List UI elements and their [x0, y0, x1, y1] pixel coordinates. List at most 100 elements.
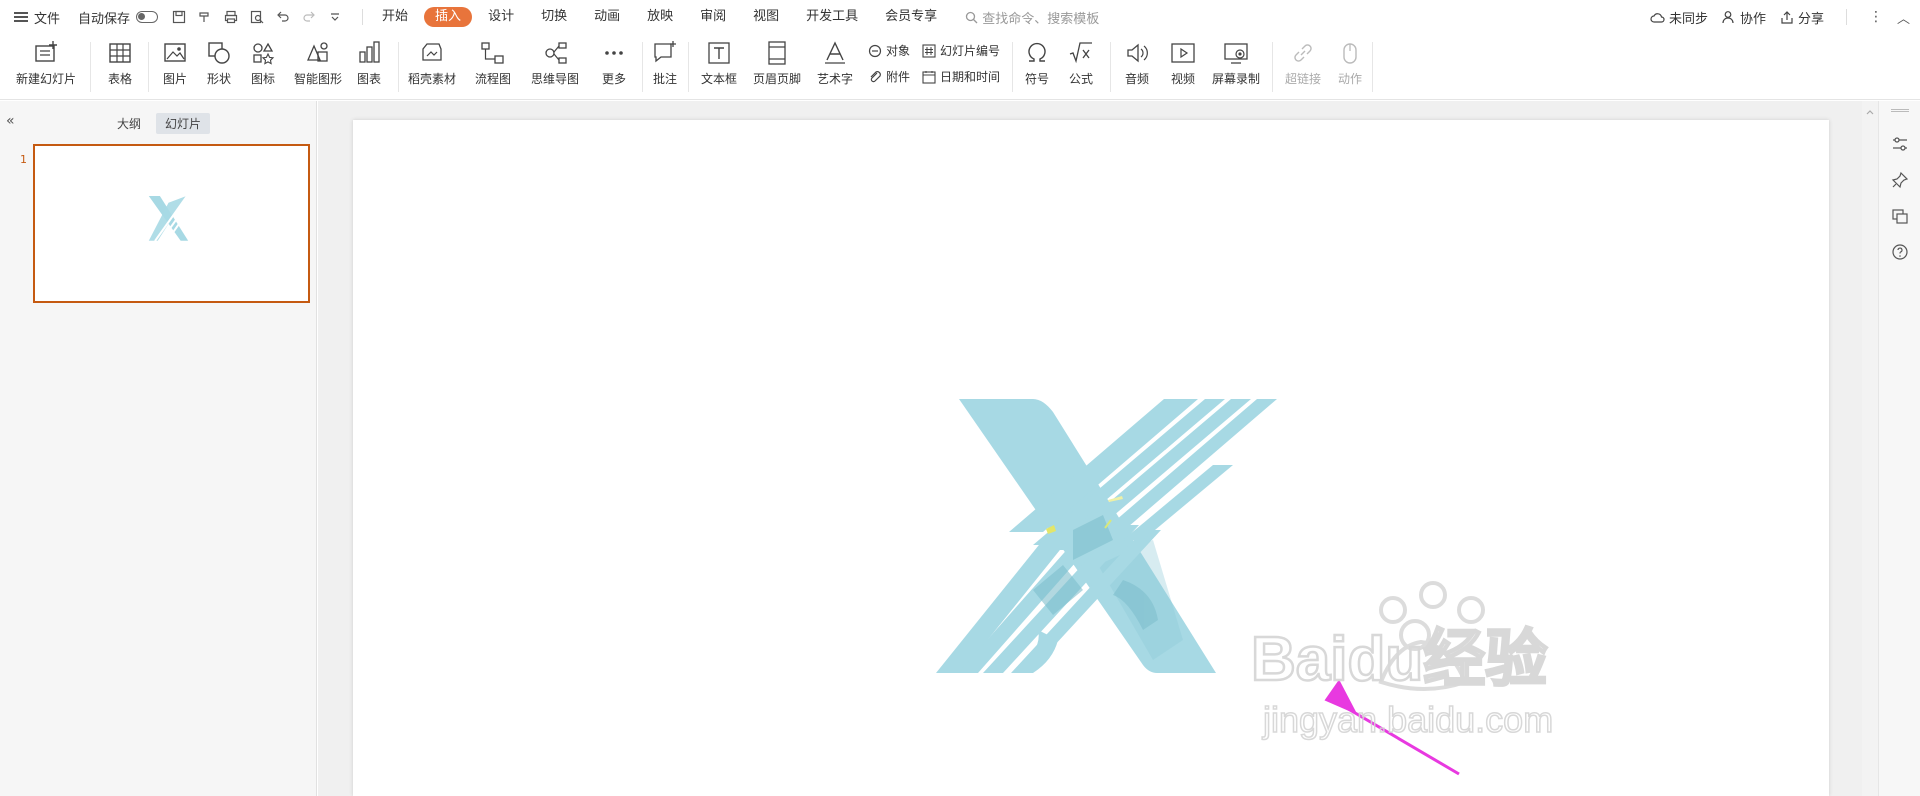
search-icon [966, 11, 978, 23]
ribbon-separator [398, 42, 399, 92]
tab-transitions[interactable]: 切换 [530, 7, 578, 27]
file-menu[interactable]: 文件 [14, 8, 60, 27]
tab-slides[interactable]: 幻灯片 [156, 113, 211, 134]
attachment-button[interactable]: 附件 [868, 68, 910, 85]
speaker-icon [1127, 43, 1148, 63]
tab-insert[interactable]: 插入 [424, 7, 473, 27]
hash-icon [922, 43, 936, 58]
tab-outline[interactable]: 大纲 [108, 113, 150, 134]
flowchart-label: 流程图 [474, 72, 511, 86]
hyperlink-button[interactable]: 超链接 [1278, 40, 1328, 94]
wordart-icon [825, 41, 845, 64]
video-button[interactable]: 视频 [1162, 40, 1204, 94]
collaborate-button[interactable]: 协作 [1722, 8, 1766, 27]
formula-button[interactable]: 公式 [1060, 40, 1102, 94]
user-icon [1722, 11, 1734, 24]
sync-status-button[interactable]: 未同步 [1650, 8, 1708, 27]
icon-button[interactable]: 图标 [242, 40, 284, 94]
more-options-icon[interactable]: ⋮ [1869, 9, 1883, 25]
format-painter-icon[interactable] [198, 10, 212, 24]
wordart-button[interactable]: 艺术字 [810, 40, 860, 94]
collapse-panel-icon[interactable]: « [6, 113, 15, 129]
mindmap-label: 思维导图 [530, 72, 579, 86]
toolbar-separator [1845, 9, 1847, 25]
share-button[interactable]: 分享 [1780, 8, 1824, 27]
print-icon[interactable] [224, 10, 238, 24]
slide-thumbnail[interactable] [33, 144, 310, 303]
symbol-button[interactable]: 符号 [1016, 40, 1058, 94]
slide-thumbnail-number: 1 [20, 153, 27, 166]
customize-toolbar-icon[interactable] [328, 10, 342, 24]
audio-button[interactable]: 音频 [1116, 40, 1158, 94]
tab-slideshow[interactable]: 放映 [636, 7, 684, 27]
chart-label: 图表 [356, 72, 381, 86]
tab-home[interactable]: 开始 [371, 7, 419, 27]
copy-icon[interactable] [1891, 207, 1909, 225]
chart-button[interactable]: 图表 [348, 40, 390, 94]
x-logo-shape[interactable] [936, 399, 1277, 673]
date-time-button[interactable]: 日期和时间 [922, 68, 1000, 85]
docer-material-button[interactable]: 稻壳素材 [404, 40, 460, 94]
flowchart-button[interactable]: 流程图 [468, 40, 518, 94]
print-preview-icon[interactable] [250, 10, 264, 24]
header-footer-button[interactable]: 页眉页脚 [750, 40, 804, 94]
header-footer-label: 页眉页脚 [752, 72, 801, 86]
smart-graphic-button[interactable]: 智能图形 [290, 40, 346, 94]
autosave-label: 自动保存 [78, 11, 131, 27]
undo-icon[interactable] [276, 10, 290, 24]
drag-handle-icon[interactable] [1891, 109, 1909, 112]
collaborate-label: 协作 [1739, 11, 1766, 27]
link-icon [1294, 44, 1312, 62]
table-button[interactable]: 表格 [98, 40, 142, 94]
symbol-label: 符号 [1024, 72, 1049, 86]
right-task-pane-bar [1878, 101, 1920, 796]
autosave-toggle[interactable]: 自动保存 [78, 8, 159, 27]
picture-button[interactable]: 图片 [154, 40, 196, 94]
slide-editor[interactable]: Baidu经验 jingyan.baidu.com [353, 120, 1829, 796]
menu-bar: 文件 自动保存 开始 插入 设计 切换 动画 放映 审阅 视图 开发工具 会员专… [0, 0, 1920, 34]
ribbon-separator [90, 42, 91, 92]
paperclip-icon [870, 70, 881, 82]
hyperlink-label: 超链接 [1284, 72, 1321, 86]
scroll-up-icon[interactable] [1862, 105, 1878, 119]
tab-review[interactable]: 审阅 [689, 7, 737, 27]
share-label: 分享 [1797, 11, 1824, 27]
cloud-icon [1650, 12, 1665, 23]
command-search[interactable]: 查找命令、搜索模板 [965, 8, 1099, 27]
slides-panel: « 大纲 幻灯片 1 [0, 101, 317, 796]
vertical-scrollbar[interactable] [1862, 101, 1878, 796]
comment-icon [654, 41, 676, 63]
redo-icon[interactable] [302, 10, 316, 24]
ribbon-separator [688, 42, 689, 92]
pin-icon[interactable] [1891, 171, 1909, 189]
slide-number-button[interactable]: 幻灯片编号 [922, 42, 1000, 59]
video-label: 视频 [1170, 72, 1195, 86]
properties-icon[interactable] [1891, 135, 1909, 153]
mindmap-button[interactable]: 思维导图 [524, 40, 586, 94]
tab-animations[interactable]: 动画 [583, 7, 631, 27]
toggle-switch-icon [136, 11, 159, 23]
more-button[interactable]: 更多 [592, 40, 636, 94]
tab-membership[interactable]: 会员专享 [874, 7, 948, 27]
more-label: 更多 [601, 72, 626, 86]
table-label: 表格 [107, 72, 132, 86]
save-icon[interactable] [172, 10, 186, 24]
shape-button[interactable]: 形状 [198, 40, 240, 94]
tab-developer[interactable]: 开发工具 [795, 7, 869, 27]
new-slide-button[interactable]: 新建幻灯片 [10, 40, 82, 94]
mouse-icon [1343, 43, 1357, 64]
object-button[interactable]: 对象 [868, 42, 910, 59]
screen-record-button[interactable]: 屏幕录制 [1208, 40, 1264, 94]
watermark-url: jingyan.baidu.com [1262, 699, 1553, 740]
help-icon[interactable] [1891, 243, 1909, 261]
x-logo-thumbnail [148, 195, 196, 242]
textbox-button[interactable]: 文本框 [694, 40, 744, 94]
calendar-icon [922, 70, 936, 84]
comment-button[interactable]: 批注 [648, 40, 682, 94]
tab-design[interactable]: 设计 [477, 7, 525, 27]
tab-view[interactable]: 视图 [742, 7, 790, 27]
action-button[interactable]: 动作 [1330, 40, 1370, 94]
video-icon [1171, 43, 1195, 63]
wps-presentation-window: 文件 自动保存 开始 插入 设计 切换 动画 放映 审阅 视图 开发工具 会员专… [0, 0, 1920, 796]
collapse-ribbon-icon[interactable]: ︿ [1897, 8, 1910, 27]
